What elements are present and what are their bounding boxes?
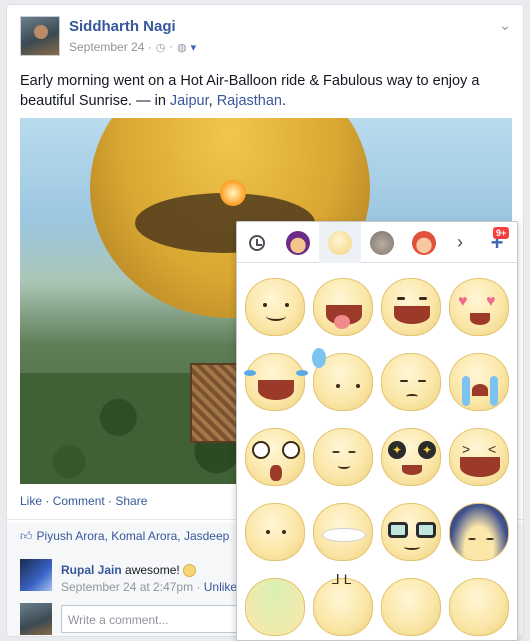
current-user-avatar [20,603,52,635]
clock-icon [249,234,265,251]
sticker-partial-4[interactable] [449,578,509,636]
sticker-partial-3[interactable] [381,578,441,636]
author-avatar[interactable] [20,16,60,56]
sticker-partial-1[interactable] [245,578,305,636]
likers-names[interactable]: Piyush Arora, Komal Arora, Jasdeep [37,529,230,543]
thumbs-up-icon: 👍︎ [20,529,33,543]
post-date[interactable]: September 24 · [69,40,152,54]
commenter-name-line: Rupal Jain awesome! [61,563,196,578]
sticker-shocked[interactable] [245,428,305,486]
pack-character-icon [286,230,310,255]
action-dot: · [104,494,116,508]
location-separator: , [208,93,217,109]
action-dot: · [42,494,53,508]
sticker-laugh-tears[interactable] [244,353,308,411]
sticker-sweat[interactable] [312,348,373,411]
location-link-jaipur[interactable]: Jaipur [170,93,209,109]
tab-pack-1[interactable] [277,222,319,263]
sticker-crying[interactable] [449,353,509,411]
tab-pack-4[interactable] [403,222,445,263]
chevron-down-icon[interactable]: ▾ [191,41,197,54]
share-link[interactable]: Share [115,494,147,508]
post-actions: Like · Comment · Share [20,494,147,508]
sticker-smug[interactable] [313,428,373,486]
post-text: Early morning went on a Hot Air-Balloon … [20,71,510,111]
post-meta: September 24 · ◷ · ◍ ▾ [69,40,196,54]
tab-recent[interactable] [237,222,277,263]
like-link[interactable]: Like [20,494,42,508]
sticker-teeth-grin[interactable] [313,503,373,561]
comment-text: awesome! [121,563,180,577]
tab-pack-2[interactable] [319,222,361,263]
sticker-calm[interactable] [245,503,305,561]
location-link-rajasthan[interactable]: Rajasthan [217,93,282,109]
comment-time: September 24 at 2:47pm · [61,580,204,594]
photo-flame [220,180,246,206]
sticker-tongue[interactable] [313,278,373,336]
clock-icon: ◷ [155,41,166,54]
sticker-star-eyes[interactable]: ✦ ✦ [381,428,441,486]
tab-pack-3[interactable] [361,222,403,263]
sticker-heart-eyes[interactable]: ♥ ♥ [449,278,509,336]
sticker-partial-2[interactable]: ⅃ L [313,571,373,636]
globe-icon[interactable]: ◍ [177,41,187,54]
comment-meta: September 24 at 2:47pm · Unlike [61,580,237,594]
dot-separator: · [169,41,173,53]
comment-link[interactable]: Comment [53,494,105,508]
pack-girl-icon [412,230,436,255]
notification-badge: 9+ [493,227,510,239]
post-options-chevron-icon[interactable]: ⌄ [499,17,511,34]
author-name[interactable]: Siddharth Nagi [69,18,176,35]
sticker-picker: › + 9+ ♥ ♥ ✦ ✦ > < ⅃ L [236,221,518,641]
location-end: . [281,93,287,109]
sticker-gloom[interactable] [449,503,509,561]
pack-smiley-icon [328,230,352,255]
smiley-emoji-icon [182,564,196,578]
sticker-tabs: › + 9+ [237,222,517,263]
sticker-grin[interactable] [381,278,441,336]
commenter-avatar[interactable] [20,559,52,591]
unlike-link[interactable]: Unlike [204,580,237,594]
sticker-smile[interactable] [245,278,305,336]
chevron-right-icon: › [457,232,463,252]
sticker-squint-laugh[interactable]: > < [449,428,509,486]
commenter-name[interactable]: Rupal Jain [61,563,122,577]
sticker-glasses[interactable] [381,503,441,561]
sticker-worried[interactable] [381,353,441,411]
pack-cat-icon [370,230,394,255]
more-packs-button[interactable]: › [445,222,475,263]
